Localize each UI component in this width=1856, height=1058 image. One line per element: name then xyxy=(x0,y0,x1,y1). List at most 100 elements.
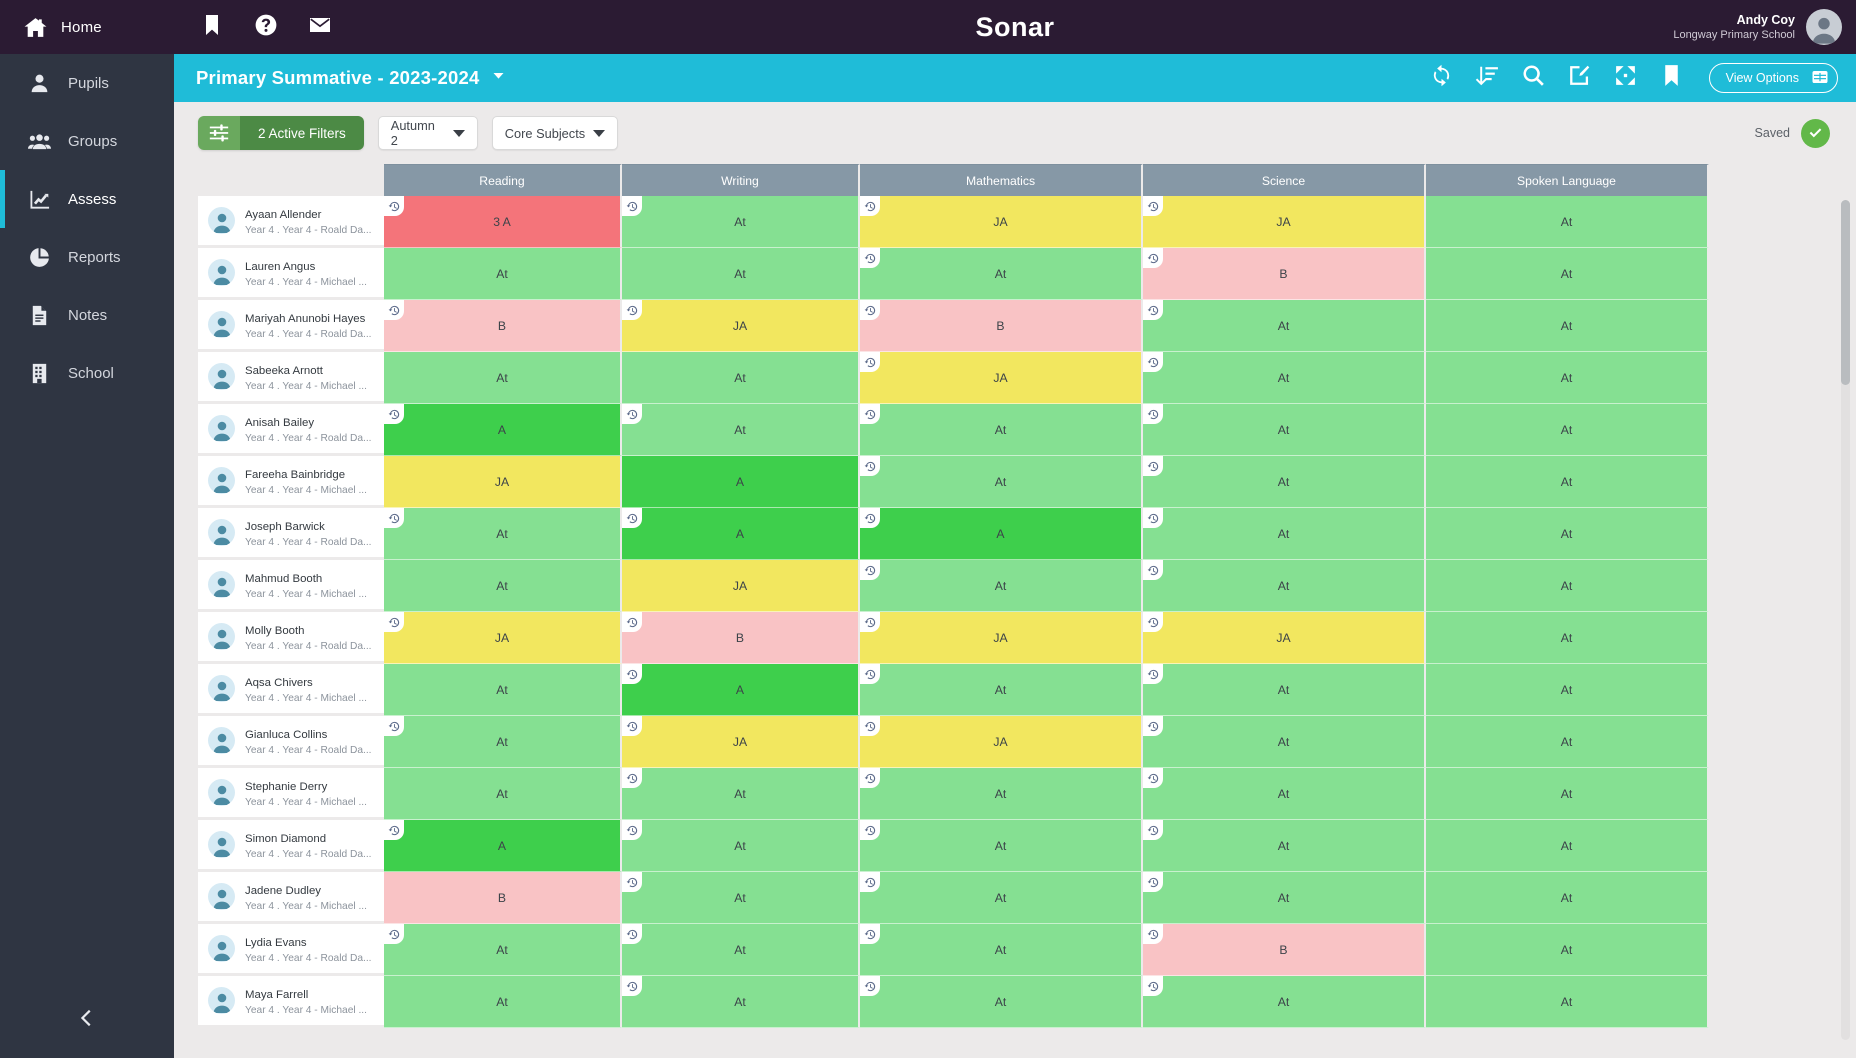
grade-cell[interactable]: At xyxy=(860,248,1143,300)
grade-cell[interactable]: At xyxy=(1426,768,1709,820)
sidebar-item-assess[interactable]: Assess xyxy=(0,170,174,228)
grade-cell[interactable]: At xyxy=(384,924,622,976)
history-icon[interactable] xyxy=(384,508,404,528)
active-filters-button[interactable]: 2 Active Filters xyxy=(198,116,364,150)
sidebar-item-reports[interactable]: Reports xyxy=(0,228,174,286)
user-menu[interactable]: Andy Coy Longway Primary School xyxy=(1673,9,1856,45)
history-icon[interactable] xyxy=(1143,300,1163,320)
history-icon[interactable] xyxy=(1143,508,1163,528)
grade-cell[interactable]: JA xyxy=(860,352,1143,404)
column-header[interactable]: Mathematics xyxy=(860,164,1143,196)
grade-cell[interactable]: At xyxy=(622,196,860,248)
grade-cell[interactable]: At xyxy=(622,924,860,976)
grade-cell[interactable]: At xyxy=(1143,404,1426,456)
grade-cell[interactable]: B xyxy=(1143,248,1426,300)
grade-cell[interactable]: At xyxy=(384,664,622,716)
subjects-select[interactable]: Core Subjects xyxy=(491,116,619,150)
refresh-icon[interactable] xyxy=(1429,63,1454,93)
grade-cell[interactable]: At xyxy=(1143,508,1426,560)
history-icon[interactable] xyxy=(860,560,880,580)
grade-cell[interactable]: B xyxy=(384,872,622,924)
history-icon[interactable] xyxy=(384,820,404,840)
history-icon[interactable] xyxy=(1143,248,1163,268)
search-icon[interactable] xyxy=(1521,63,1546,93)
history-icon[interactable] xyxy=(1143,196,1163,216)
bookmark-icon[interactable] xyxy=(200,13,224,42)
grade-cell[interactable]: At xyxy=(1426,560,1709,612)
grade-cell[interactable]: At xyxy=(1143,560,1426,612)
grade-cell[interactable]: At xyxy=(1426,352,1709,404)
grade-cell[interactable]: At xyxy=(1426,716,1709,768)
history-icon[interactable] xyxy=(622,872,642,892)
grade-cell[interactable]: At xyxy=(860,456,1143,508)
history-icon[interactable] xyxy=(622,924,642,944)
grade-cell[interactable]: A xyxy=(860,508,1143,560)
history-icon[interactable] xyxy=(622,612,642,632)
grade-cell[interactable]: At xyxy=(1426,404,1709,456)
history-icon[interactable] xyxy=(622,768,642,788)
grade-cell[interactable]: At xyxy=(1143,300,1426,352)
grade-cell[interactable]: At xyxy=(1426,508,1709,560)
grade-cell[interactable]: A xyxy=(622,508,860,560)
history-icon[interactable] xyxy=(1143,768,1163,788)
grade-cell[interactable]: At xyxy=(1143,456,1426,508)
sidebar-item-school[interactable]: School xyxy=(0,344,174,402)
pupil-cell[interactable]: Fareeha Bainbridge Year 4 . Year 4 - Mich… xyxy=(198,456,384,508)
grade-cell[interactable]: At xyxy=(1426,300,1709,352)
grade-cell[interactable]: At xyxy=(1143,976,1426,1028)
sidebar-item-notes[interactable]: Notes xyxy=(0,286,174,344)
grade-cell[interactable]: At xyxy=(622,768,860,820)
history-icon[interactable] xyxy=(622,820,642,840)
grade-cell[interactable]: At xyxy=(860,768,1143,820)
grade-cell[interactable]: At xyxy=(860,664,1143,716)
grade-cell[interactable]: JA xyxy=(860,716,1143,768)
grade-cell[interactable]: At xyxy=(622,352,860,404)
history-icon[interactable] xyxy=(384,196,404,216)
grade-cell[interactable]: At xyxy=(1143,768,1426,820)
sidebar-item-pupils[interactable]: Pupils xyxy=(0,54,174,112)
grade-cell[interactable]: A xyxy=(384,820,622,872)
history-icon[interactable] xyxy=(622,664,642,684)
pupil-cell[interactable]: Simon Diamond Year 4 . Year 4 - Roald Da.… xyxy=(198,820,384,872)
history-icon[interactable] xyxy=(1143,716,1163,736)
grade-cell[interactable]: At xyxy=(1143,352,1426,404)
grade-cell[interactable]: B xyxy=(622,612,860,664)
history-icon[interactable] xyxy=(1143,924,1163,944)
history-icon[interactable] xyxy=(622,300,642,320)
grade-cell[interactable]: JA xyxy=(622,560,860,612)
history-icon[interactable] xyxy=(860,508,880,528)
column-header[interactable]: Science xyxy=(1143,164,1426,196)
history-icon[interactable] xyxy=(860,248,880,268)
grade-cell[interactable]: A xyxy=(622,456,860,508)
history-icon[interactable] xyxy=(384,924,404,944)
grade-cell[interactable]: At xyxy=(860,924,1143,976)
pupil-cell[interactable]: Ayaan Allender Year 4 . Year 4 - Roald Da… xyxy=(198,196,384,248)
avatar[interactable] xyxy=(1806,9,1842,45)
history-icon[interactable] xyxy=(622,976,642,996)
scrollbar-thumb[interactable] xyxy=(1841,200,1850,385)
assessment-title[interactable]: Primary Summative - 2023-2024 xyxy=(196,67,479,89)
history-icon[interactable] xyxy=(860,404,880,424)
grade-cell[interactable]: At xyxy=(860,872,1143,924)
column-header[interactable]: Spoken Language xyxy=(1426,164,1709,196)
expand-icon[interactable] xyxy=(1613,63,1638,93)
history-icon[interactable] xyxy=(860,196,880,216)
grade-cell[interactable]: At xyxy=(1143,664,1426,716)
grade-cell[interactable]: At xyxy=(1426,456,1709,508)
term-select[interactable]: Autumn 2 xyxy=(377,116,478,150)
history-icon[interactable] xyxy=(622,404,642,424)
pupil-cell[interactable]: Anisah Bailey Year 4 . Year 4 - Roald Da.… xyxy=(198,404,384,456)
pupil-cell[interactable]: Joseph Barwick Year 4 . Year 4 - Roald Da… xyxy=(198,508,384,560)
grade-cell[interactable]: At xyxy=(860,820,1143,872)
history-icon[interactable] xyxy=(1143,456,1163,476)
history-icon[interactable] xyxy=(1143,404,1163,424)
pupil-cell[interactable]: Maya Farrell Year 4 . Year 4 - Michael ..… xyxy=(198,976,384,1028)
grade-cell[interactable]: JA xyxy=(860,612,1143,664)
history-icon[interactable] xyxy=(860,300,880,320)
history-icon[interactable] xyxy=(1143,560,1163,580)
mail-icon[interactable] xyxy=(308,13,332,42)
grade-cell[interactable]: At xyxy=(622,248,860,300)
grade-cell[interactable]: At xyxy=(384,352,622,404)
view-options-button[interactable]: View Options xyxy=(1708,63,1838,93)
grade-cell[interactable]: JA xyxy=(1143,612,1426,664)
